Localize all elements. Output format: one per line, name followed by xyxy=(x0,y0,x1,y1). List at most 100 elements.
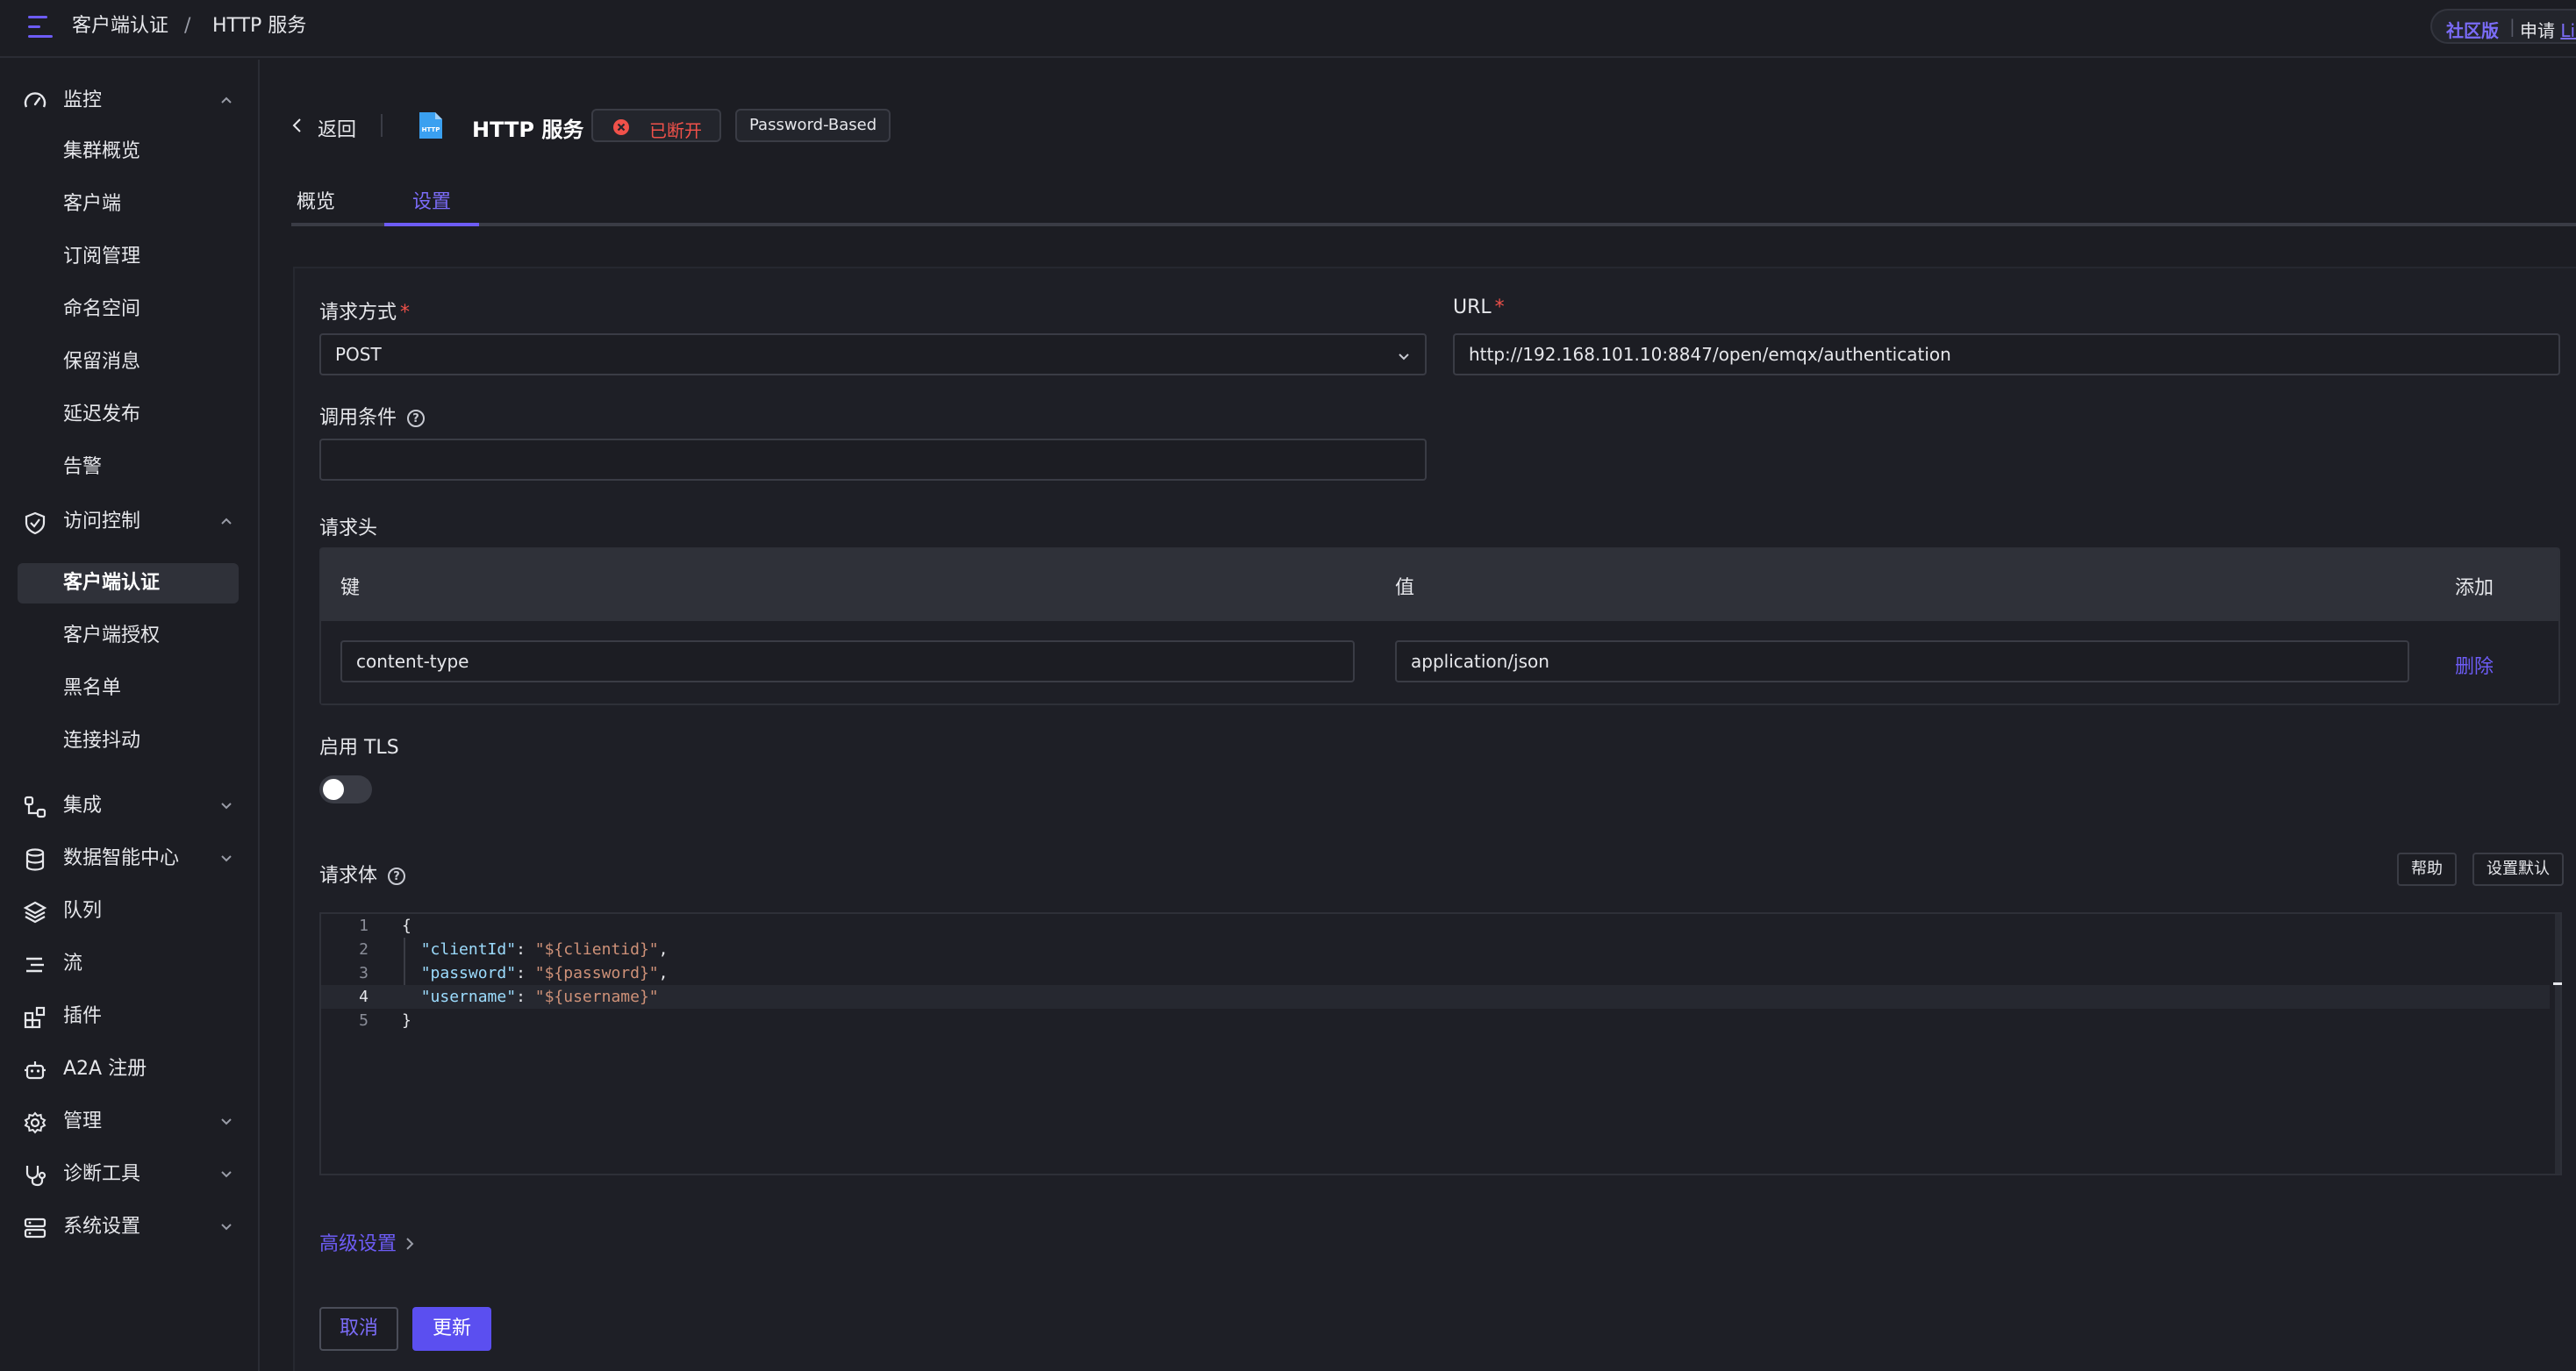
sidebar-group-integration[interactable]: 集成 xyxy=(0,784,258,826)
tab-overview[interactable]: 概览 xyxy=(291,189,340,226)
code-editor[interactable]: 1 { 2 "clientId": "${clientid}", 3 "pass… xyxy=(319,912,2562,1175)
sidebar-item-namespaces[interactable]: 命名空间 xyxy=(18,289,239,330)
code-text: { xyxy=(402,914,411,938)
line-number: 3 xyxy=(359,964,369,982)
sidebar-group-label: 管理 xyxy=(63,1110,103,1132)
chevron-down-icon xyxy=(221,803,232,810)
breadcrumb-separator: / xyxy=(184,15,191,37)
apply-license: 申请 Lic xyxy=(2520,17,2576,42)
method-label: 请求方式 * xyxy=(319,296,410,325)
method-label-text: 请求方式 xyxy=(319,302,397,324)
license-link[interactable]: Lic xyxy=(2560,20,2576,41)
advanced-settings-link[interactable]: 高级设置 xyxy=(319,1228,414,1256)
col-value: 值 xyxy=(1395,577,1415,599)
settings-card xyxy=(293,267,2576,1371)
menu-toggle-icon[interactable] xyxy=(28,16,53,39)
json-key: "username" xyxy=(420,988,517,1006)
chevron-down-icon xyxy=(221,1171,232,1178)
url-label-text: URL xyxy=(1453,296,1492,318)
page-title: HTTP 服务 xyxy=(472,118,584,142)
help-icon[interactable]: ? xyxy=(407,410,426,427)
sidebar-item-alarms[interactable]: 告警 xyxy=(18,447,239,488)
code-token: , xyxy=(658,964,669,982)
editor-scrollbar[interactable] xyxy=(2555,914,2560,1174)
sidebar-group-manage[interactable]: 管理 xyxy=(0,1100,258,1142)
body-label-text: 请求体 xyxy=(319,865,378,887)
top-bar: 客户端认证 / HTTP 服务 社区版 | 申请 Lic xyxy=(0,0,2576,58)
sidebar-item-label: 订阅管理 xyxy=(63,246,141,268)
json-value: "${username}" xyxy=(534,988,659,1006)
cancel-button[interactable]: 取消 xyxy=(319,1307,398,1351)
error-circle-icon xyxy=(613,119,629,135)
condition-input[interactable] xyxy=(319,439,1427,481)
sidebar-item-label: 连接抖动 xyxy=(63,730,141,752)
sidebar-group-label: 插件 xyxy=(63,1005,103,1027)
sidebar-group-queue[interactable]: 队列 xyxy=(0,889,258,932)
chevron-up-icon xyxy=(221,518,232,525)
tls-toggle[interactable] xyxy=(319,775,372,803)
flow-lines-icon xyxy=(26,957,44,973)
integration-nodes-icon xyxy=(24,796,47,818)
advanced-settings-label: 高级设置 xyxy=(319,1233,397,1255)
sidebar-item-label: 客户端 xyxy=(63,193,122,215)
help-icon[interactable]: ? xyxy=(388,868,406,885)
sidebar-group-diagnose[interactable]: 诊断工具 xyxy=(0,1153,258,1195)
tls-label: 启用 TLS xyxy=(319,737,399,759)
sidebar-group-a2a[interactable]: A2A 注册 xyxy=(0,1047,258,1089)
sidebar-group-access[interactable]: 访问控制 xyxy=(0,500,258,542)
header-divider xyxy=(381,114,383,137)
sidebar-item-clients[interactable]: 客户端 xyxy=(18,184,239,225)
back-label: 返回 xyxy=(318,119,357,141)
code-text: "password": "${password}", xyxy=(402,961,669,985)
sidebar-group-label: 流 xyxy=(63,953,83,975)
col-key: 键 xyxy=(340,577,361,599)
sidebar-item-label: 黑名单 xyxy=(63,677,122,699)
sidebar-item-retained[interactable]: 保留消息 xyxy=(18,342,239,382)
delete-header-button[interactable]: 删除 xyxy=(2455,651,2494,679)
set-default-button[interactable]: 设置默认 xyxy=(2472,853,2564,886)
url-label: URL * xyxy=(1453,296,1505,318)
plugin-blocks-icon xyxy=(24,1006,46,1029)
status-text: 已断开 xyxy=(649,120,702,141)
method-select[interactable]: POST xyxy=(319,333,1427,375)
sidebar-item-delayed-publish[interactable]: 延迟发布 xyxy=(18,395,239,435)
json-value: "${password}" xyxy=(534,964,659,982)
sidebar-item-label: 客户端授权 xyxy=(63,625,161,646)
code-token: , xyxy=(658,940,669,959)
sidebar-group-flow[interactable]: 流 xyxy=(0,942,258,984)
code-token: { xyxy=(402,917,411,935)
breadcrumb-parent[interactable]: 客户端认证 xyxy=(72,14,168,39)
header-value-input[interactable]: application/json xyxy=(1395,640,2409,682)
sidebar-item-cluster-overview[interactable]: 集群概览 xyxy=(18,132,239,172)
edition-badge: 社区版 | 申请 Lic xyxy=(2430,9,2576,44)
url-input[interactable]: http://192.168.101.10:8847/open/emqx/aut… xyxy=(1453,333,2560,375)
sidebar-item-blacklist[interactable]: 黑名单 xyxy=(18,668,239,709)
stethoscope-icon xyxy=(25,1166,47,1187)
header-key-input[interactable]: content-type xyxy=(340,640,1355,682)
sidebar-item-label: 延迟发布 xyxy=(63,403,141,425)
sidebar-item-flapping[interactable]: 连接抖动 xyxy=(18,721,239,761)
status-badge: 已断开 xyxy=(591,109,721,142)
add-header-button[interactable]: 添加 xyxy=(2455,572,2494,600)
sidebar-group-monitor[interactable]: 监控 xyxy=(0,79,258,121)
sidebar-item-subscriptions[interactable]: 订阅管理 xyxy=(18,237,239,277)
sidebar-item-authorization[interactable]: 客户端授权 xyxy=(18,616,239,656)
tab-settings[interactable]: 设置 xyxy=(384,189,479,226)
sidebar-group-label: A2A 注册 xyxy=(63,1058,147,1080)
sidebar-item-label: 命名空间 xyxy=(63,298,141,320)
sidebar-group-system[interactable]: 系统设置 xyxy=(0,1205,258,1247)
sidebar-group-data-center[interactable]: 数据智能中心 xyxy=(0,837,258,879)
sidebar-group-label: 诊断工具 xyxy=(63,1163,141,1185)
sidebar-group-label: 监控 xyxy=(63,89,103,111)
sidebar-group-plugins[interactable]: 插件 xyxy=(0,995,258,1037)
shield-check-icon xyxy=(25,511,46,535)
sidebar-group-label: 系统设置 xyxy=(63,1216,141,1238)
sidebar-item-authentication[interactable]: 客户端认证 xyxy=(18,563,239,603)
condition-label: 调用条件? xyxy=(319,402,426,430)
update-button[interactable]: 更新 xyxy=(412,1307,491,1351)
chevron-right-icon xyxy=(406,1238,414,1250)
help-button[interactable]: 帮助 xyxy=(2397,853,2457,886)
code-line: 5 } xyxy=(321,1009,2550,1032)
method-value: POST xyxy=(335,344,382,365)
